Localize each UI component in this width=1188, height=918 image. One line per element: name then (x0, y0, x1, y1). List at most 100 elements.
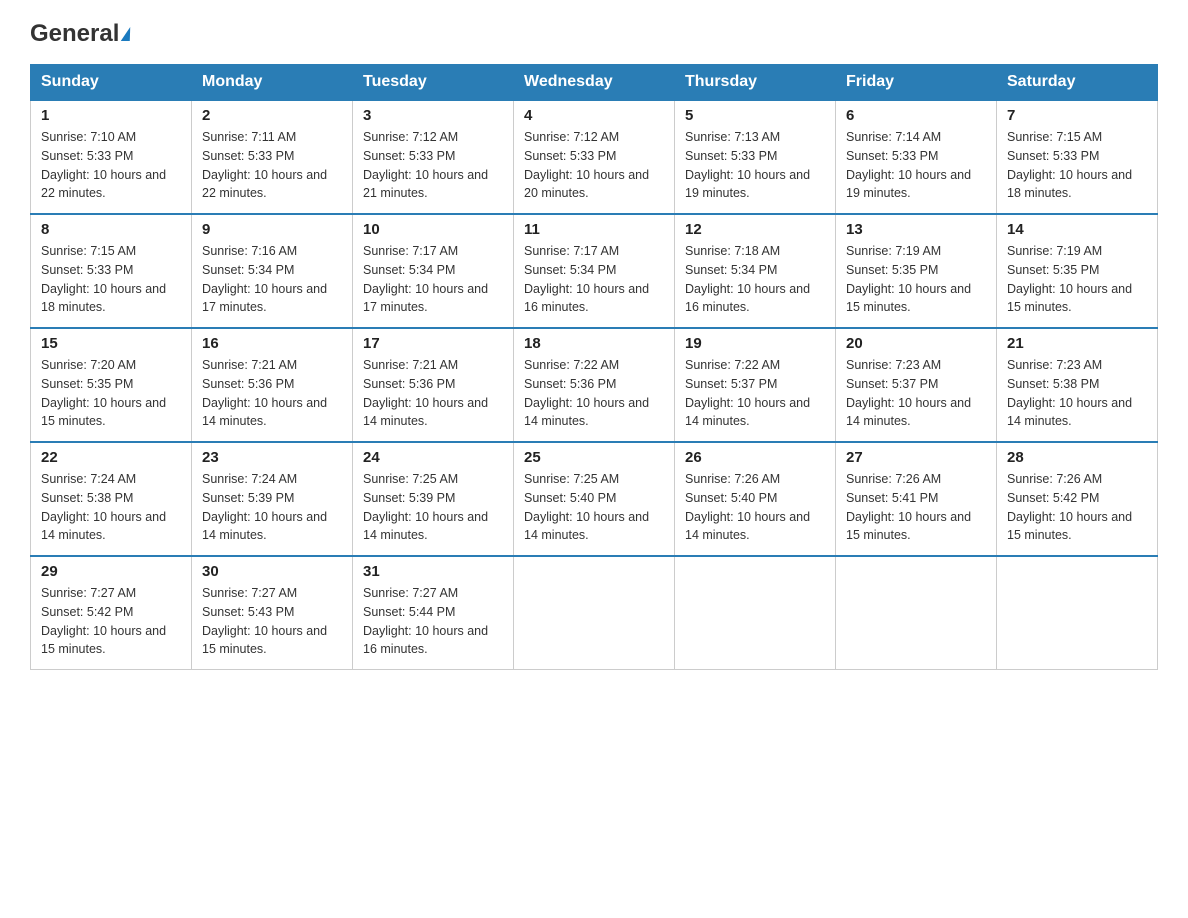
weekday-header-sunday: Sunday (31, 65, 192, 101)
weekday-header-tuesday: Tuesday (353, 65, 514, 101)
calendar-cell: 7Sunrise: 7:15 AMSunset: 5:33 PMDaylight… (997, 100, 1158, 214)
calendar-cell: 8Sunrise: 7:15 AMSunset: 5:33 PMDaylight… (31, 214, 192, 328)
day-info: Sunrise: 7:19 AMSunset: 5:35 PMDaylight:… (1007, 242, 1147, 317)
day-number: 4 (524, 107, 664, 124)
day-number: 22 (41, 449, 181, 466)
calendar-cell (836, 556, 997, 670)
calendar-cell: 13 Sunrise: 7:19 AMSunset: 5:35 PMDayligh… (836, 214, 997, 328)
day-info: Sunrise: 7:26 AMSunset: 5:40 PMDaylight:… (685, 470, 825, 545)
day-info: Sunrise: 7:21 AMSunset: 5:36 PMDaylight:… (202, 356, 342, 431)
day-info: Sunrise: 7:15 AMSunset: 5:33 PMDaylight:… (1007, 128, 1147, 203)
day-number: 25 (524, 449, 664, 466)
day-number: 6 (846, 107, 986, 124)
calendar-cell: 19Sunrise: 7:22 AMSunset: 5:37 PMDayligh… (675, 328, 836, 442)
logo-arrow-icon (121, 27, 132, 41)
calendar-cell (997, 556, 1158, 670)
logo: General (30, 20, 131, 46)
calendar-cell (675, 556, 836, 670)
day-number: 31 (363, 563, 503, 580)
day-number: 24 (363, 449, 503, 466)
day-number: 3 (363, 107, 503, 124)
day-number: 2 (202, 107, 342, 124)
day-info: Sunrise: 7:11 AMSunset: 5:33 PMDaylight:… (202, 128, 342, 203)
calendar-cell: 25 Sunrise: 7:25 AMSunset: 5:40 PMDayligh… (514, 442, 675, 556)
day-info: Sunrise: 7:14 AMSunset: 5:33 PMDaylight:… (846, 128, 986, 203)
day-number: 23 (202, 449, 342, 466)
calendar-cell: 4 Sunrise: 7:12 AMSunset: 5:33 PMDaylight… (514, 100, 675, 214)
day-number: 29 (41, 563, 181, 580)
weekday-header-thursday: Thursday (675, 65, 836, 101)
day-number: 20 (846, 335, 986, 352)
day-number: 19 (685, 335, 825, 352)
day-info: Sunrise: 7:23 AMSunset: 5:37 PMDaylight:… (846, 356, 986, 431)
day-info: Sunrise: 7:24 AMSunset: 5:38 PMDaylight:… (41, 470, 181, 545)
logo-general: General (30, 20, 119, 48)
day-number: 16 (202, 335, 342, 352)
day-number: 15 (41, 335, 181, 352)
day-number: 17 (363, 335, 503, 352)
day-number: 5 (685, 107, 825, 124)
calendar-cell: 31 Sunrise: 7:27 AMSunset: 5:44 PMDayligh… (353, 556, 514, 670)
day-info: Sunrise: 7:22 AMSunset: 5:36 PMDaylight:… (524, 356, 664, 431)
day-info: Sunrise: 7:20 AMSunset: 5:35 PMDaylight:… (41, 356, 181, 431)
calendar-table: SundayMondayTuesdayWednesdayThursdayFrid… (30, 64, 1158, 670)
day-number: 26 (685, 449, 825, 466)
day-number: 13 (846, 221, 986, 238)
day-info: Sunrise: 7:26 AMSunset: 5:42 PMDaylight:… (1007, 470, 1147, 545)
day-info: Sunrise: 7:12 AMSunset: 5:33 PMDaylight:… (524, 128, 664, 203)
calendar-cell: 30 Sunrise: 7:27 AMSunset: 5:43 PMDayligh… (192, 556, 353, 670)
calendar-week-row: 15 Sunrise: 7:20 AMSunset: 5:35 PMDayligh… (31, 328, 1158, 442)
day-number: 27 (846, 449, 986, 466)
day-number: 28 (1007, 449, 1147, 466)
weekday-header-saturday: Saturday (997, 65, 1158, 101)
day-info: Sunrise: 7:18 AMSunset: 5:34 PMDaylight:… (685, 242, 825, 317)
calendar-cell: 21Sunrise: 7:23 AMSunset: 5:38 PMDayligh… (997, 328, 1158, 442)
calendar-cell: 22 Sunrise: 7:24 AMSunset: 5:38 PMDayligh… (31, 442, 192, 556)
calendar-cell: 24 Sunrise: 7:25 AMSunset: 5:39 PMDayligh… (353, 442, 514, 556)
day-info: Sunrise: 7:21 AMSunset: 5:36 PMDaylight:… (363, 356, 503, 431)
weekday-header-row: SundayMondayTuesdayWednesdayThursdayFrid… (31, 65, 1158, 101)
calendar-cell: 9Sunrise: 7:16 AMSunset: 5:34 PMDaylight… (192, 214, 353, 328)
day-info: Sunrise: 7:13 AMSunset: 5:33 PMDaylight:… (685, 128, 825, 203)
day-info: Sunrise: 7:12 AMSunset: 5:33 PMDaylight:… (363, 128, 503, 203)
calendar-cell: 10Sunrise: 7:17 AMSunset: 5:34 PMDayligh… (353, 214, 514, 328)
calendar-cell: 6 Sunrise: 7:14 AMSunset: 5:33 PMDaylight… (836, 100, 997, 214)
weekday-header-friday: Friday (836, 65, 997, 101)
weekday-header-monday: Monday (192, 65, 353, 101)
calendar-cell: 20 Sunrise: 7:23 AMSunset: 5:37 PMDayligh… (836, 328, 997, 442)
day-info: Sunrise: 7:25 AMSunset: 5:39 PMDaylight:… (363, 470, 503, 545)
calendar-cell: 15 Sunrise: 7:20 AMSunset: 5:35 PMDayligh… (31, 328, 192, 442)
calendar-cell: 3 Sunrise: 7:12 AMSunset: 5:33 PMDaylight… (353, 100, 514, 214)
calendar-week-row: 29 Sunrise: 7:27 AMSunset: 5:42 PMDayligh… (31, 556, 1158, 670)
calendar-cell (514, 556, 675, 670)
day-number: 10 (363, 221, 503, 238)
day-number: 14 (1007, 221, 1147, 238)
day-info: Sunrise: 7:19 AMSunset: 5:35 PMDaylight:… (846, 242, 986, 317)
day-info: Sunrise: 7:15 AMSunset: 5:33 PMDaylight:… (41, 242, 181, 317)
calendar-cell: 2 Sunrise: 7:11 AMSunset: 5:33 PMDaylight… (192, 100, 353, 214)
day-info: Sunrise: 7:24 AMSunset: 5:39 PMDaylight:… (202, 470, 342, 545)
day-number: 30 (202, 563, 342, 580)
calendar-cell: 18Sunrise: 7:22 AMSunset: 5:36 PMDayligh… (514, 328, 675, 442)
day-info: Sunrise: 7:27 AMSunset: 5:42 PMDaylight:… (41, 584, 181, 659)
day-number: 21 (1007, 335, 1147, 352)
calendar-cell: 11Sunrise: 7:17 AMSunset: 5:34 PMDayligh… (514, 214, 675, 328)
day-number: 11 (524, 221, 664, 238)
calendar-week-row: 8Sunrise: 7:15 AMSunset: 5:33 PMDaylight… (31, 214, 1158, 328)
calendar-cell: 12Sunrise: 7:18 AMSunset: 5:34 PMDayligh… (675, 214, 836, 328)
day-number: 1 (41, 107, 181, 124)
calendar-cell: 29 Sunrise: 7:27 AMSunset: 5:42 PMDayligh… (31, 556, 192, 670)
day-info: Sunrise: 7:16 AMSunset: 5:34 PMDaylight:… (202, 242, 342, 317)
calendar-week-row: 22 Sunrise: 7:24 AMSunset: 5:38 PMDayligh… (31, 442, 1158, 556)
page-header: General (30, 20, 1158, 46)
calendar-cell: 14 Sunrise: 7:19 AMSunset: 5:35 PMDayligh… (997, 214, 1158, 328)
calendar-cell: 17 Sunrise: 7:21 AMSunset: 5:36 PMDayligh… (353, 328, 514, 442)
day-info: Sunrise: 7:27 AMSunset: 5:43 PMDaylight:… (202, 584, 342, 659)
day-info: Sunrise: 7:25 AMSunset: 5:40 PMDaylight:… (524, 470, 664, 545)
weekday-header-wednesday: Wednesday (514, 65, 675, 101)
calendar-cell: 23 Sunrise: 7:24 AMSunset: 5:39 PMDayligh… (192, 442, 353, 556)
calendar-cell: 1Sunrise: 7:10 AMSunset: 5:33 PMDaylight… (31, 100, 192, 214)
day-info: Sunrise: 7:27 AMSunset: 5:44 PMDaylight:… (363, 584, 503, 659)
calendar-cell: 26 Sunrise: 7:26 AMSunset: 5:40 PMDayligh… (675, 442, 836, 556)
calendar-week-row: 1Sunrise: 7:10 AMSunset: 5:33 PMDaylight… (31, 100, 1158, 214)
